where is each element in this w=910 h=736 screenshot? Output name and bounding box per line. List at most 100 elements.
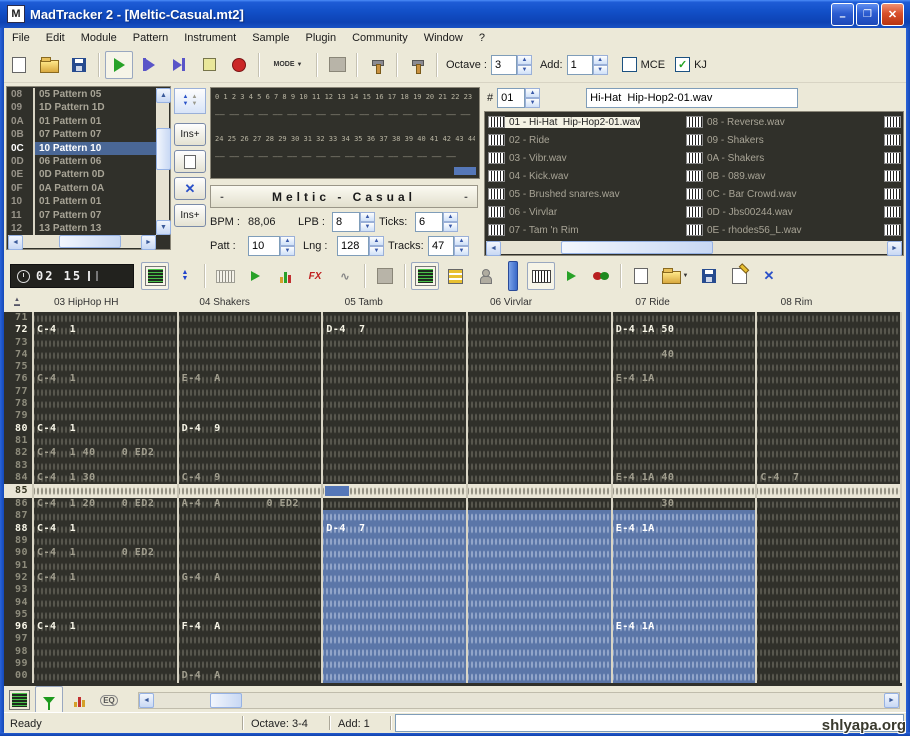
grid-hscrollbar[interactable]: ◄ ► (138, 692, 900, 709)
tracker-cell[interactable] (466, 337, 611, 349)
tracker-cell[interactable] (755, 646, 902, 658)
tracker-cell[interactable] (321, 398, 466, 410)
levels-button[interactable] (271, 262, 299, 290)
tracker-row[interactable]: 81 (4, 435, 902, 447)
instrument-number-input[interactable] (497, 88, 525, 108)
tracker-cell[interactable]: D-4 1A 50 (611, 324, 756, 336)
tracker-cell[interactable] (177, 386, 322, 398)
tracker-cell[interactable] (466, 597, 611, 609)
tracker-cell[interactable] (466, 423, 611, 435)
tracker-cell[interactable] (321, 386, 466, 398)
tracker-row[interactable]: 92C-4 1G-4 A (4, 572, 902, 584)
tracker-cell[interactable] (466, 584, 611, 596)
tracker-cell[interactable] (321, 547, 466, 559)
tracker-cell[interactable] (32, 361, 177, 373)
tracker-cell[interactable] (755, 609, 902, 621)
tracker-cell[interactable] (611, 337, 756, 349)
tracker-cell[interactable] (611, 510, 756, 522)
tracker-cell[interactable] (32, 484, 177, 498)
pattern-list-item[interactable]: 0F0A Pattern 0A (8, 182, 156, 195)
delete-pattern-button[interactable]: ✕ (174, 177, 206, 200)
tracker-row[interactable]: 77 (4, 386, 902, 398)
tracker-cell[interactable] (177, 349, 322, 361)
tracker-cell[interactable]: A-4 A 0 ED2 (177, 498, 322, 510)
tracker-cell[interactable]: E-4 1A (611, 523, 756, 535)
instrument-item[interactable]: 04 - Kick.wav (486, 167, 684, 185)
menu-?[interactable]: ? (471, 30, 493, 46)
pattern-view-toggle[interactable] (411, 262, 439, 290)
tracker-cell[interactable]: C-4 1 0 ED2 (32, 547, 177, 559)
instrument-item[interactable]: 05 - Brushed snares.wav (486, 185, 684, 203)
tracker-cell[interactable] (321, 658, 466, 670)
grid-scroll-left-icon[interactable]: ◄ (139, 693, 154, 708)
tracker-cell[interactable] (466, 621, 611, 633)
tracker-cell[interactable] (611, 658, 756, 670)
tracks-spinner[interactable] (454, 236, 469, 256)
scroll-right-icon[interactable]: ► (141, 235, 156, 250)
delete-instrument-button[interactable]: ✕ (755, 262, 783, 290)
tracker-cell[interactable] (755, 423, 902, 435)
pattern-editor-toggle[interactable] (141, 262, 169, 290)
tracker-cell[interactable] (321, 584, 466, 596)
preferences-button[interactable] (403, 51, 431, 79)
instrument-item[interactable]: 06 - Virvlar (486, 203, 684, 221)
tracker-cell[interactable] (755, 584, 902, 596)
instrument-number-spinner[interactable] (525, 88, 540, 108)
tracker-cell[interactable] (755, 435, 902, 447)
pattern-list-item[interactable]: 0D06 Pattern 06 (8, 155, 156, 168)
tracker-cell[interactable] (321, 435, 466, 447)
tracker-row[interactable]: 98 (4, 646, 902, 658)
tracker-cell[interactable] (177, 646, 322, 658)
scroll-down-icon[interactable]: ▼ (156, 220, 171, 235)
instrument-item-icon[interactable] (882, 221, 902, 239)
track-header-name[interactable]: 04 Shakers (175, 294, 320, 312)
keyboard-view-button[interactable] (211, 262, 239, 290)
instrument-item[interactable]: 08 - Reverse.wav (684, 113, 882, 131)
tracker-cell[interactable] (32, 410, 177, 422)
tracker-cell[interactable] (177, 312, 322, 324)
tracker-row[interactable]: 72C-4 1D-4 7D-4 1A 50 (4, 324, 902, 336)
save-button[interactable] (65, 51, 93, 79)
tracker-cell[interactable] (466, 410, 611, 422)
tracker-cell[interactable] (177, 547, 322, 559)
ins-hscroll-thumb[interactable] (561, 241, 713, 254)
instrument-item-icon[interactable] (882, 113, 902, 131)
tracker-cell[interactable] (466, 560, 611, 572)
tracker-cell[interactable] (32, 560, 177, 572)
instrument-item-icon[interactable] (882, 131, 902, 149)
tracker-cell[interactable]: C-4 1 30 (32, 472, 177, 484)
instrument-item[interactable]: 01 - Hi-Hat Hip-Hop2-01.wav (486, 113, 684, 131)
track-header-name[interactable]: 03 HipHop HH (30, 294, 175, 312)
tracker-cell[interactable] (611, 560, 756, 572)
tracker-cell[interactable] (755, 621, 902, 633)
tracker-row[interactable]: 71 (4, 312, 902, 324)
tracker-current-row[interactable]: 85 (4, 484, 902, 498)
tracker-row[interactable]: 95 (4, 609, 902, 621)
tracker-cell[interactable] (177, 361, 322, 373)
tracker-cell[interactable] (466, 633, 611, 645)
instrument-item[interactable]: 02 - Ride (486, 131, 684, 149)
tracker-cell[interactable] (755, 535, 902, 547)
track-list-button[interactable] (441, 262, 469, 290)
tracker-cell[interactable] (32, 597, 177, 609)
pattern-list-hscrollbar[interactable]: ◄ ► (8, 235, 156, 248)
instrument-item-icon[interactable] (882, 203, 902, 221)
tracker-cell[interactable] (466, 547, 611, 559)
tracker-cell[interactable] (755, 460, 902, 472)
ticks-input[interactable] (415, 212, 443, 232)
tracker-cell[interactable] (32, 312, 177, 324)
new-pattern-button[interactable] (174, 150, 206, 173)
tracker-cell[interactable] (321, 349, 466, 361)
tracker-cell[interactable] (611, 633, 756, 645)
tracker-cell[interactable] (466, 386, 611, 398)
tracker-cell[interactable] (466, 398, 611, 410)
add-input[interactable] (567, 55, 593, 75)
tracker-cell[interactable] (755, 398, 902, 410)
tracker-cell[interactable] (755, 560, 902, 572)
pattern-list-vscrollbar[interactable]: ▲ ▼ (156, 88, 169, 235)
tracker-cell[interactable] (755, 361, 902, 373)
tracker-cell[interactable] (611, 386, 756, 398)
pattern-list-item[interactable]: 0805 Pattern 05 (8, 88, 156, 101)
tracker-cell[interactable] (177, 447, 322, 459)
tracker-cell[interactable] (466, 535, 611, 547)
